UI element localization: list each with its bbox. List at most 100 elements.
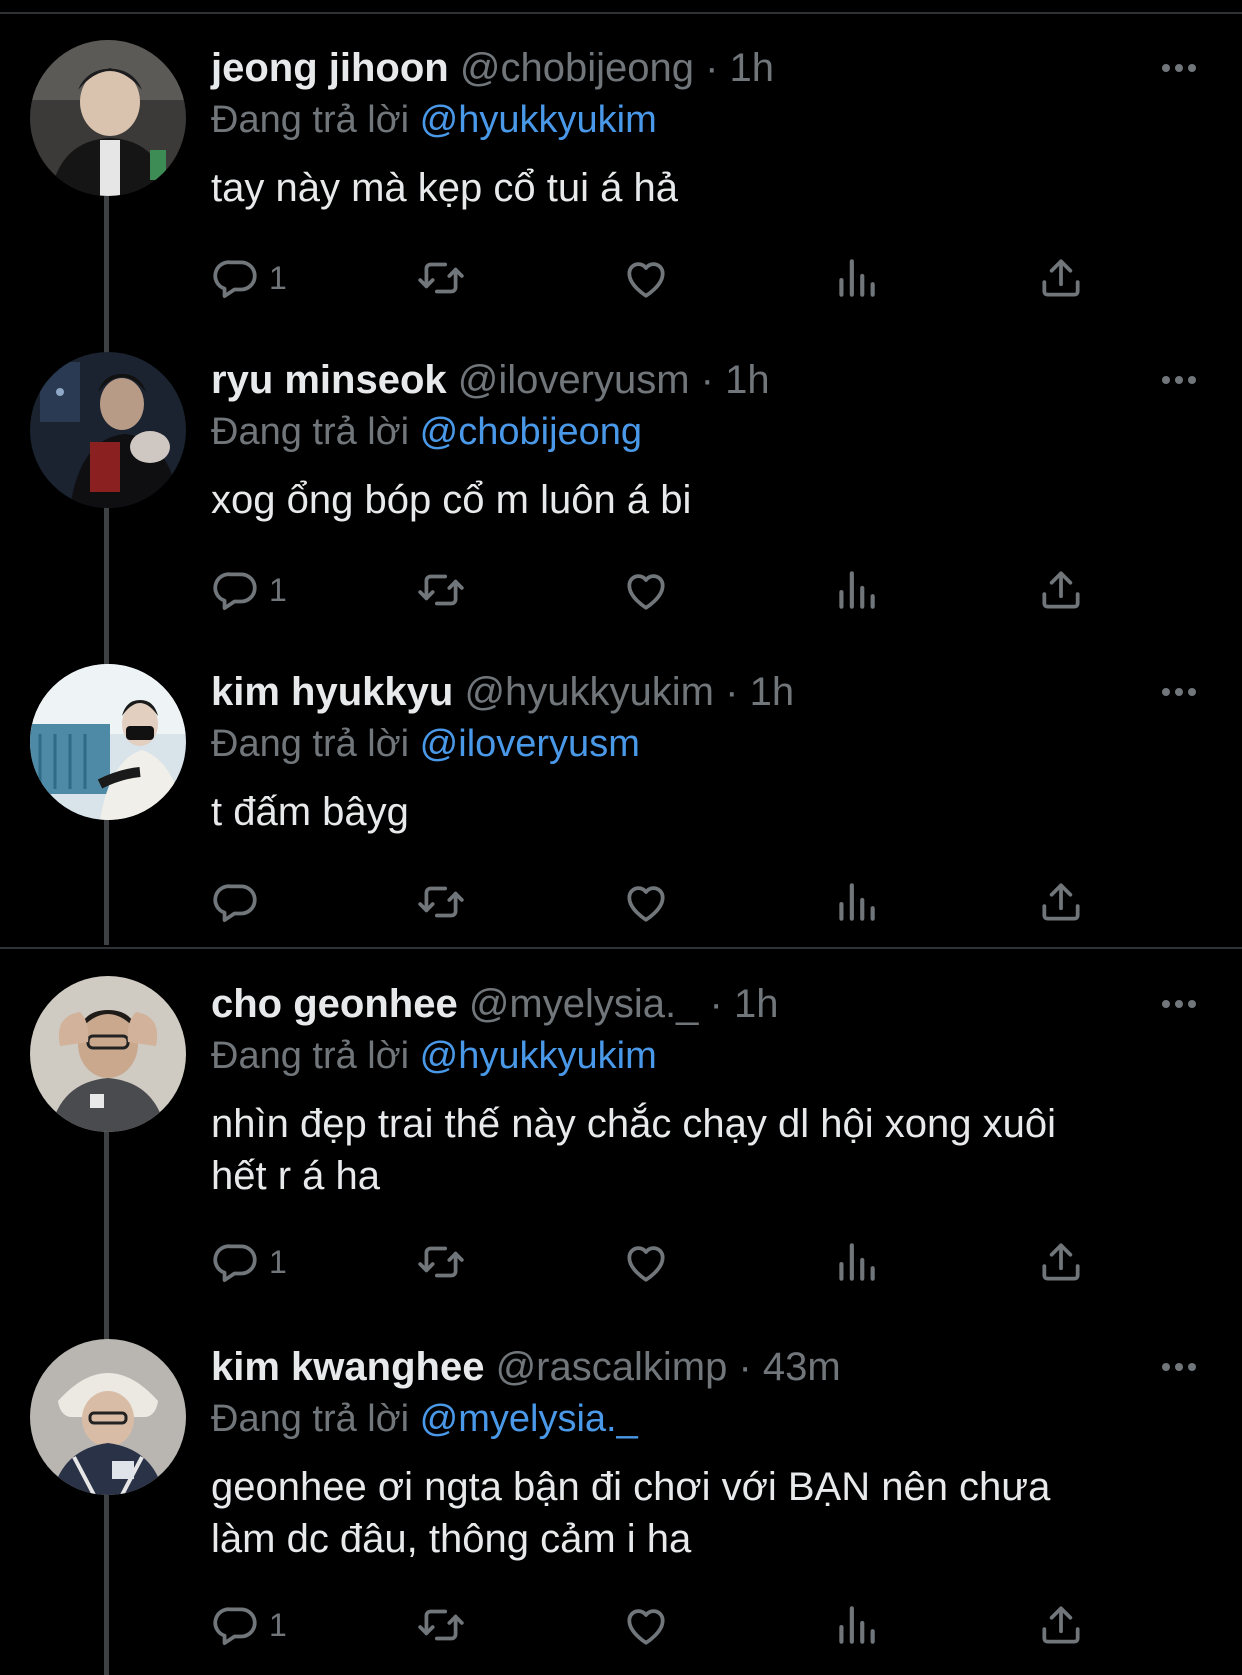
user-handle[interactable]: @myelysia._ bbox=[469, 982, 699, 1026]
mention-link[interactable]: @hyukkyukim bbox=[420, 99, 657, 141]
like-icon bbox=[621, 1237, 671, 1287]
retweet-button[interactable] bbox=[416, 872, 466, 932]
action-bar: 1 bbox=[211, 1595, 1111, 1655]
share-button[interactable] bbox=[1036, 248, 1086, 308]
user-handle[interactable]: @iloveryusm bbox=[458, 358, 690, 402]
like-button[interactable] bbox=[621, 1595, 671, 1655]
like-button[interactable] bbox=[621, 560, 671, 620]
separator: · bbox=[709, 982, 723, 1026]
retweet-icon bbox=[416, 253, 466, 303]
timestamp[interactable]: 43m bbox=[763, 1345, 841, 1389]
reply-button[interactable]: 1 bbox=[211, 248, 287, 308]
display-name[interactable]: kim kwanghee bbox=[211, 1345, 484, 1389]
retweet-button[interactable] bbox=[416, 560, 466, 620]
reply-count: 1 bbox=[269, 571, 287, 608]
reply-button[interactable]: 1 bbox=[211, 1595, 287, 1655]
display-name[interactable]: jeong jihoon bbox=[211, 46, 449, 90]
like-icon bbox=[621, 1600, 671, 1650]
reply-count: 1 bbox=[269, 1606, 287, 1643]
reply-count: 1 bbox=[269, 259, 287, 296]
tweet-text: geonhee ơi ngta bận đi chơi với BẠN nên … bbox=[211, 1461, 1171, 1565]
mention-link[interactable]: @myelysia._ bbox=[420, 1398, 638, 1440]
tweet-header: ryu minseok @iloveryusm · 1h bbox=[211, 352, 770, 408]
avatar[interactable] bbox=[30, 40, 186, 196]
separator: · bbox=[725, 670, 739, 714]
reply-button[interactable]: 1 bbox=[211, 1232, 287, 1292]
tweet-header: cho geonhee @myelysia._ · 1h bbox=[211, 976, 778, 1032]
reply-icon bbox=[211, 877, 261, 927]
separator: · bbox=[700, 358, 714, 402]
replying-to: Đang trả lời @iloveryusm bbox=[211, 716, 640, 772]
mention-link[interactable]: @iloveryusm bbox=[420, 723, 640, 765]
tweet-text: tay này mà kẹp cổ tui á hả bbox=[211, 166, 678, 210]
share-icon bbox=[1036, 1237, 1086, 1287]
separator: · bbox=[705, 46, 719, 90]
reply-icon bbox=[211, 1600, 261, 1650]
mention-link[interactable]: @chobijeong bbox=[420, 411, 642, 453]
retweet-button[interactable] bbox=[416, 248, 466, 308]
share-button[interactable] bbox=[1036, 872, 1086, 932]
views-icon bbox=[831, 1237, 881, 1287]
reply-count: 1 bbox=[269, 1243, 287, 1280]
views-icon bbox=[831, 565, 881, 615]
user-handle[interactable]: @rascalkimp bbox=[496, 1345, 728, 1389]
views-button[interactable] bbox=[831, 1232, 881, 1292]
reply-button[interactable] bbox=[211, 872, 269, 932]
display-name[interactable]: ryu minseok bbox=[211, 358, 447, 402]
like-icon bbox=[621, 253, 671, 303]
timestamp[interactable]: 1h bbox=[730, 46, 775, 90]
more-icon[interactable] bbox=[1155, 664, 1203, 720]
share-button[interactable] bbox=[1036, 1232, 1086, 1292]
share-icon bbox=[1036, 253, 1086, 303]
top-divider bbox=[0, 12, 1242, 14]
replying-to: Đang trả lời @chobijeong bbox=[211, 404, 642, 460]
timestamp[interactable]: 1h bbox=[734, 982, 779, 1026]
retweet-button[interactable] bbox=[416, 1595, 466, 1655]
like-button[interactable] bbox=[621, 872, 671, 932]
more-icon[interactable] bbox=[1155, 976, 1203, 1032]
action-bar bbox=[211, 872, 1111, 932]
avatar[interactable] bbox=[30, 1339, 186, 1495]
timestamp[interactable]: 1h bbox=[750, 670, 795, 714]
user-handle[interactable]: @chobijeong bbox=[460, 46, 694, 90]
replying-prefix: Đang trả lời bbox=[211, 1398, 410, 1440]
reply-icon bbox=[211, 1237, 261, 1287]
share-button[interactable] bbox=[1036, 560, 1086, 620]
views-icon bbox=[831, 253, 881, 303]
retweet-icon bbox=[416, 1237, 466, 1287]
replying-to: Đang trả lời @hyukkyukim bbox=[211, 92, 657, 148]
views-button[interactable] bbox=[831, 560, 881, 620]
reply-icon bbox=[211, 565, 261, 615]
replying-to: Đang trả lời @hyukkyukim bbox=[211, 1028, 657, 1084]
reply-button[interactable]: 1 bbox=[211, 560, 287, 620]
views-button[interactable] bbox=[831, 248, 881, 308]
avatar[interactable] bbox=[30, 352, 186, 508]
user-handle[interactable]: @hyukkyukim bbox=[464, 670, 714, 714]
avatar[interactable] bbox=[30, 976, 186, 1132]
like-button[interactable] bbox=[621, 248, 671, 308]
replying-prefix: Đang trả lời bbox=[211, 1035, 410, 1077]
views-icon bbox=[831, 877, 881, 927]
tweet-text-line: hết r á ha bbox=[211, 1154, 381, 1198]
more-icon[interactable] bbox=[1155, 352, 1203, 408]
views-button[interactable] bbox=[831, 1595, 881, 1655]
tweet-header: kim hyukkyu @hyukkyukim · 1h bbox=[211, 664, 794, 720]
replying-prefix: Đang trả lời bbox=[211, 723, 410, 765]
more-icon[interactable] bbox=[1155, 1339, 1203, 1395]
share-icon bbox=[1036, 877, 1086, 927]
mention-link[interactable]: @hyukkyukim bbox=[420, 1035, 657, 1077]
views-button[interactable] bbox=[831, 872, 881, 932]
retweet-button[interactable] bbox=[416, 1232, 466, 1292]
more-icon[interactable] bbox=[1155, 40, 1203, 96]
like-button[interactable] bbox=[621, 1232, 671, 1292]
replying-to: Đang trả lời @myelysia._ bbox=[211, 1391, 638, 1447]
tweet-text-line: geonhee ơi ngta bận đi chơi với BẠN nên … bbox=[211, 1465, 1051, 1509]
avatar[interactable] bbox=[30, 664, 186, 820]
replying-prefix: Đang trả lời bbox=[211, 99, 410, 141]
like-icon bbox=[621, 877, 671, 927]
display-name[interactable]: cho geonhee bbox=[211, 982, 458, 1026]
display-name[interactable]: kim hyukkyu bbox=[211, 670, 453, 714]
timestamp[interactable]: 1h bbox=[725, 358, 770, 402]
separator: · bbox=[738, 1345, 752, 1389]
share-button[interactable] bbox=[1036, 1595, 1086, 1655]
